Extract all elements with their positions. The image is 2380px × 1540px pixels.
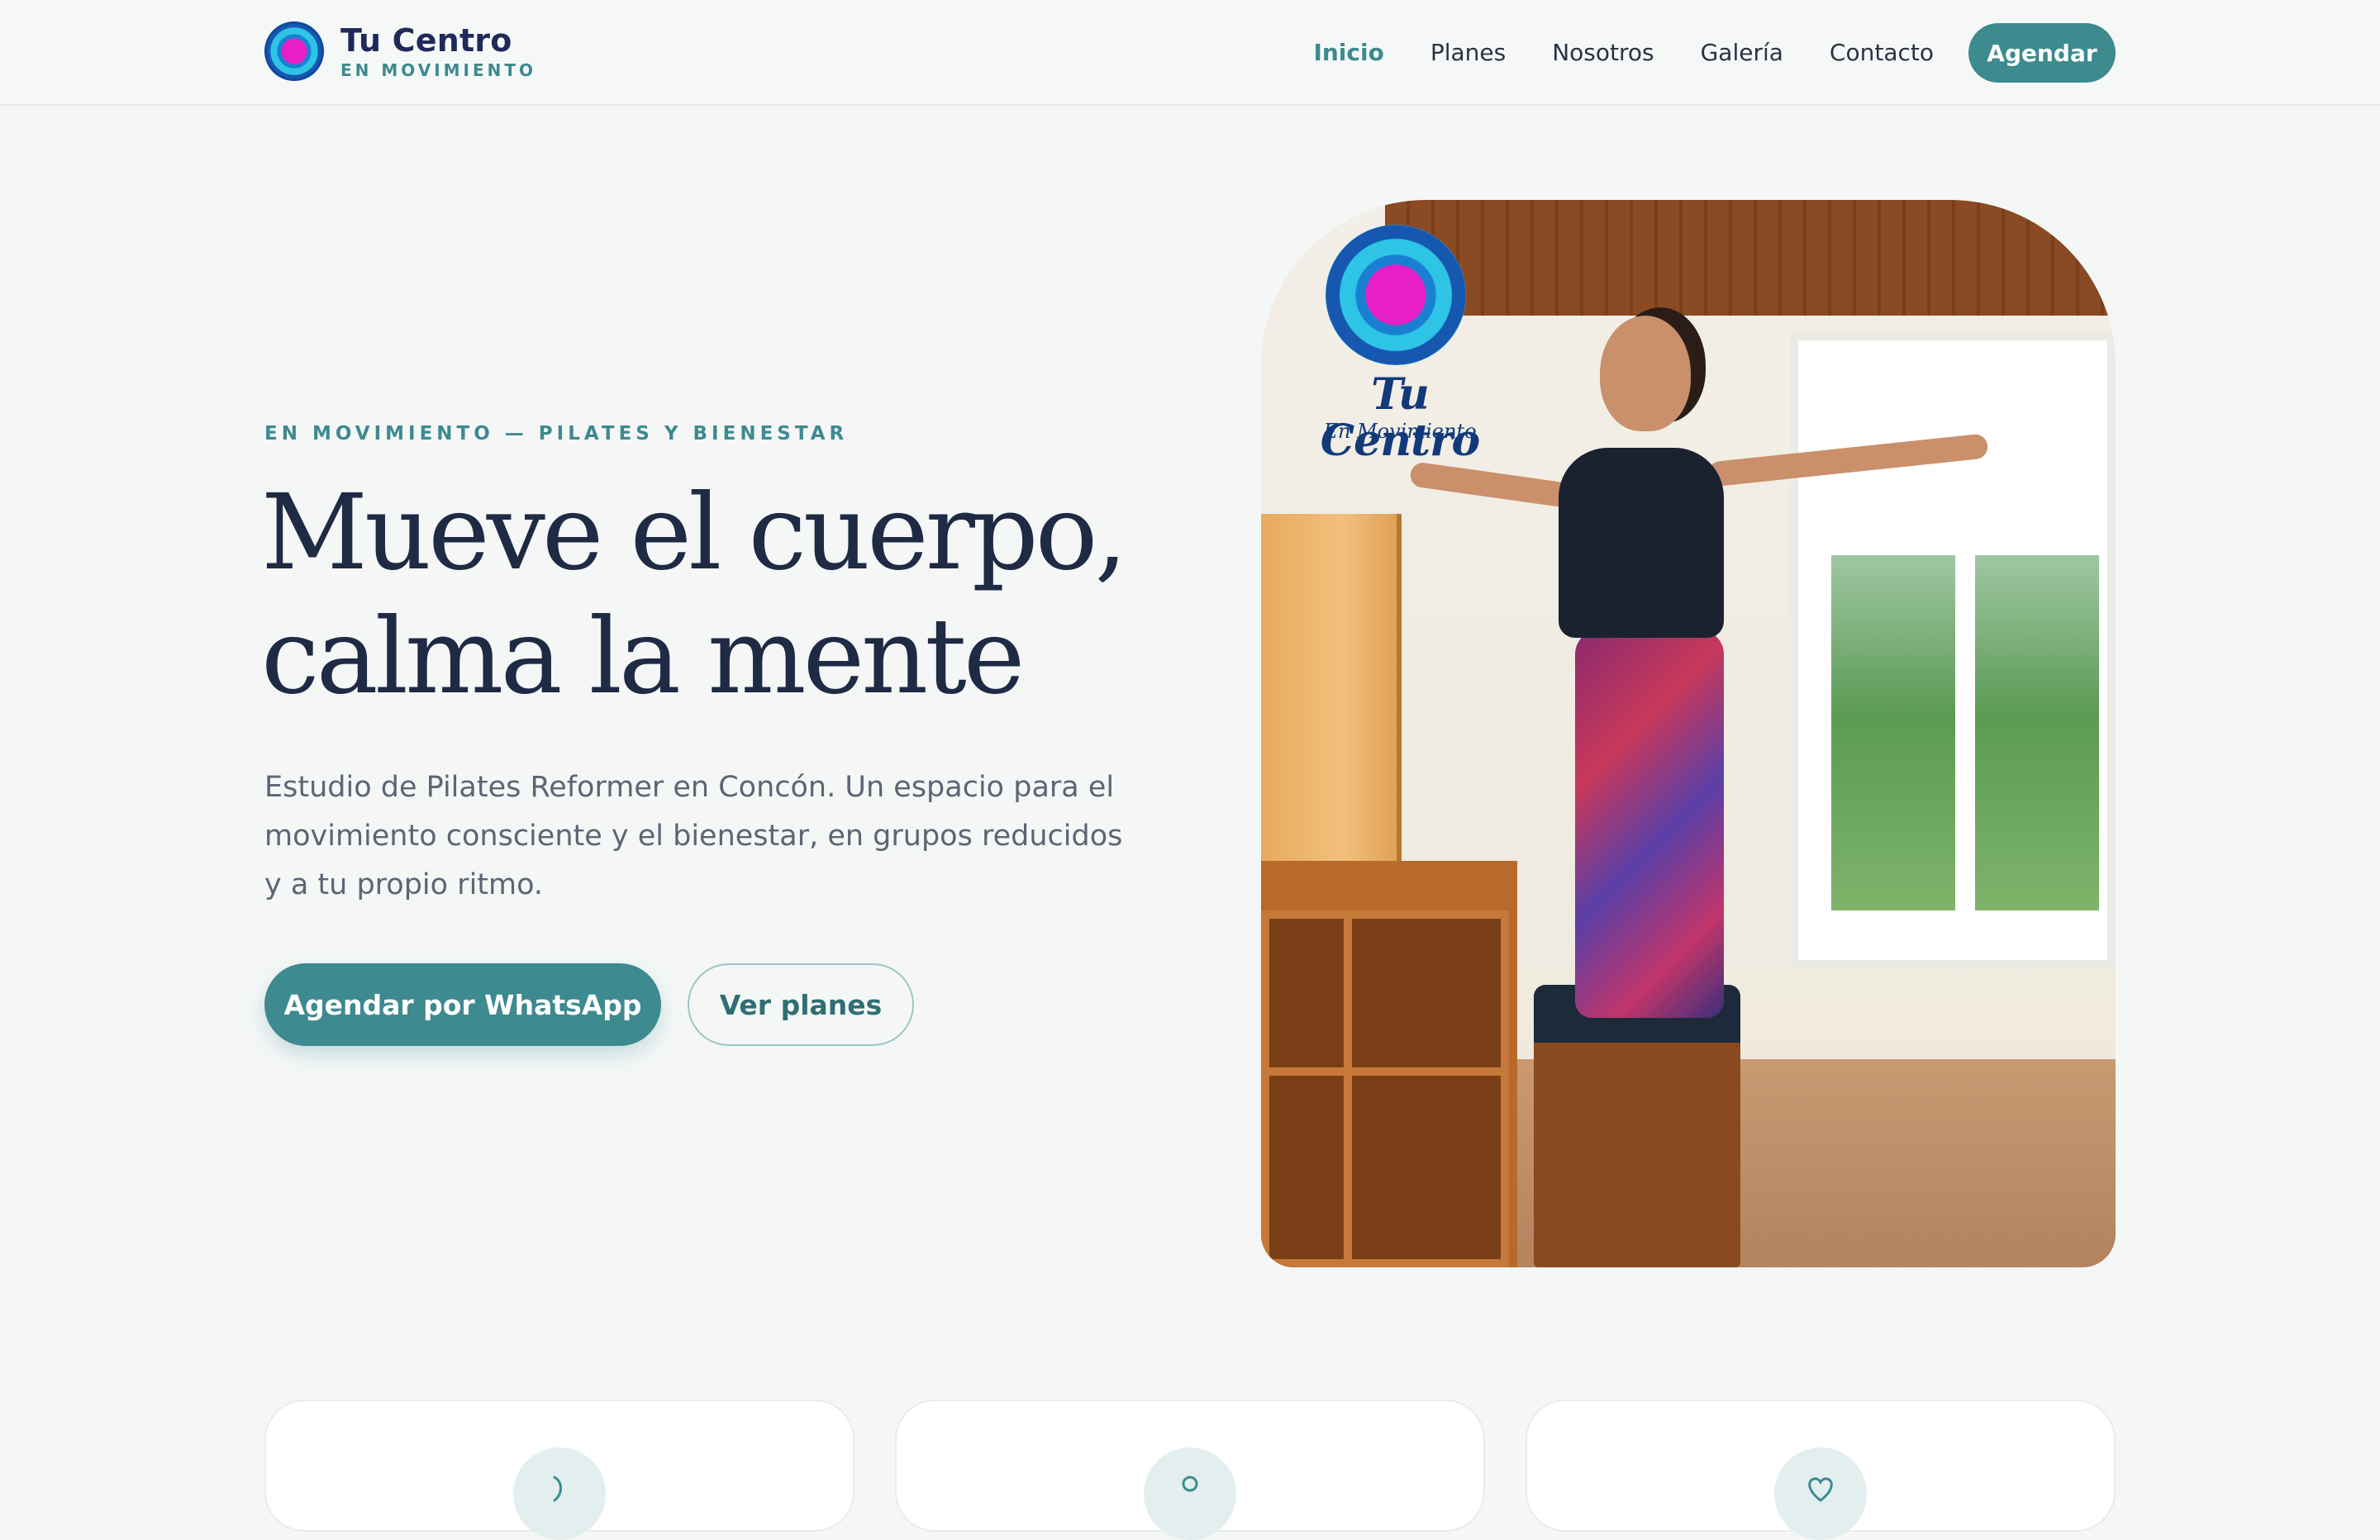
heart-icon (1774, 1447, 1867, 1540)
hero-photo: Tu Centro En Movimiento (1261, 200, 2116, 1267)
hero-headline-line-2: calma la mente (261, 596, 1025, 717)
brand-text: Tu Centro EN MOVIMIENTO (340, 22, 536, 80)
photo-watermark-logo: Tu Centro En Movimiento (1292, 220, 1507, 464)
agendar-button[interactable]: Agendar (1968, 23, 2116, 83)
brand-name: Tu Centro (340, 22, 512, 59)
photo-person-torso (1559, 448, 1724, 638)
photo-logo-name: Tu Centro (1320, 369, 1480, 466)
nav-link-planes[interactable]: Planes (1430, 36, 1506, 69)
photo-window-pane (1975, 555, 2099, 910)
photo-logo-mark-icon (1326, 225, 1466, 365)
hero-eyebrow: EN MOVIMIENTO — PILATES Y BIENESTAR (264, 423, 849, 444)
nav-link-inicio[interactable]: Inicio (1313, 36, 1383, 69)
top-navigation: Tu Centro EN MOVIMIENTO Inicio Planes No… (0, 0, 2380, 106)
photo-person-arm (1408, 461, 1577, 509)
hero-description: Estudio de Pilates Reformer en Concón. U… (264, 771, 1123, 901)
hero-headline-line-1: Mueve el cuerpo, (261, 472, 1128, 593)
person-icon (1144, 1447, 1236, 1540)
hero-headline: Mueve el cuerpo, calma la mente (261, 471, 1170, 719)
photo-shelf-box (1344, 910, 1509, 1076)
nav-links: Inicio Planes Nosotros Galería Contacto (1267, 36, 1934, 69)
photo-window-pane (1831, 555, 1955, 910)
photo-window (1790, 332, 2116, 968)
photo-pilates-chair (1534, 985, 1740, 1267)
brand-tagline: EN MOVIMIENTO (340, 60, 537, 80)
feature-card (895, 1400, 1485, 1540)
photo-shelf-box (1261, 1067, 1352, 1267)
photo-shelves (1261, 861, 1517, 1267)
view-plans-button[interactable]: Ver planes (688, 963, 914, 1046)
brand-logo-link[interactable]: Tu Centro EN MOVIMIENTO (264, 21, 536, 81)
photo-person-head (1600, 316, 1691, 431)
photo-logo-sub: En Movimiento (1323, 420, 1477, 443)
photo-shelf-box (1261, 910, 1352, 1076)
nav-link-galeria[interactable]: Galería (1701, 36, 1783, 69)
photo-person-legs (1575, 630, 1724, 1018)
feature-card (1526, 1400, 2116, 1540)
feature-card (264, 1400, 854, 1540)
nav-link-contacto[interactable]: Contacto (1830, 36, 1934, 69)
whatsapp-booking-button[interactable]: Agendar por WhatsApp (264, 963, 661, 1046)
leaf-icon (513, 1447, 606, 1540)
nav-link-nosotros[interactable]: Nosotros (1552, 36, 1654, 69)
brand-logo-icon (264, 21, 324, 81)
photo-shelf-box (1344, 1067, 1509, 1267)
